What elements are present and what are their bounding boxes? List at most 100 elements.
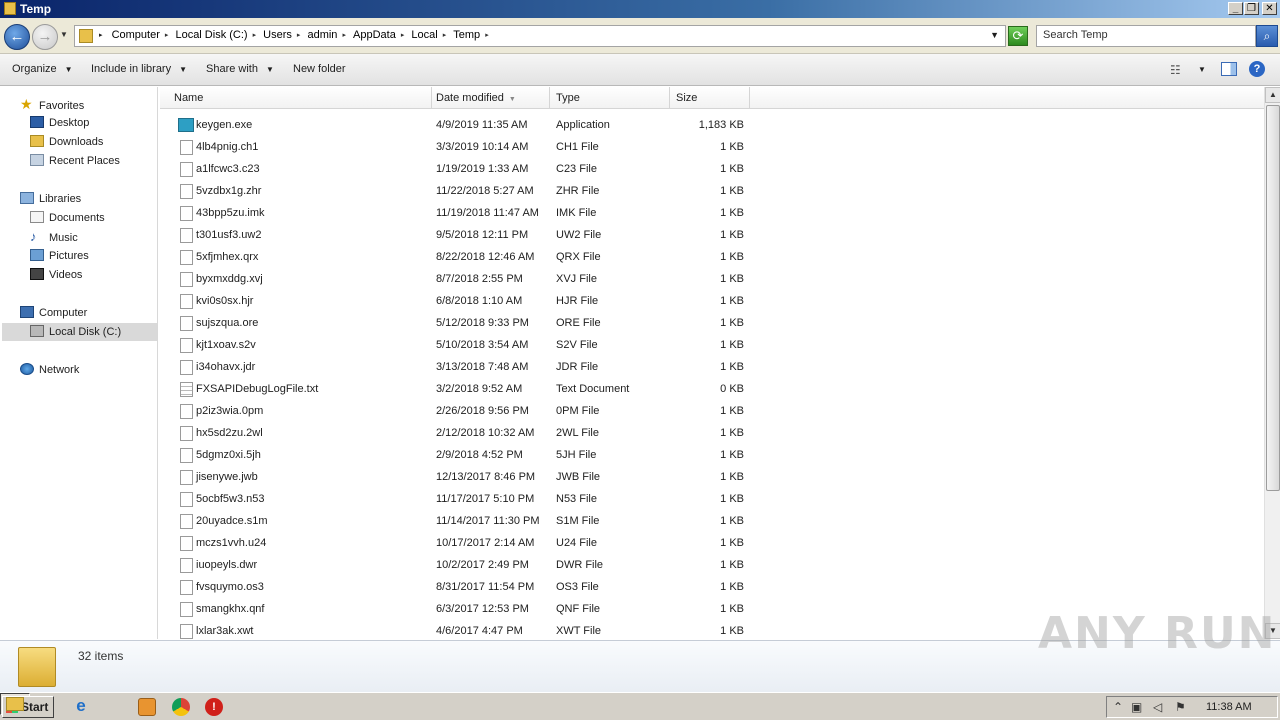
file-row[interactable]: mczs1vvh.u24 10/17/2017 2:14 AM U24 File 1 …: [160, 533, 760, 555]
back-button[interactable]: ←: [4, 24, 30, 50]
column-header-name[interactable]: Name: [168, 87, 432, 109]
item-count: 32 items: [78, 649, 124, 663]
file-row[interactable]: 5xfjmhex.qrx 8/22/2018 12:46 AM QRX File 1 …: [160, 247, 760, 269]
file-name: 5xfjmhex.qrx: [196, 251, 259, 263]
preview-pane-icon[interactable]: [1221, 62, 1237, 76]
vertical-scrollbar[interactable]: ▲ ▼: [1264, 87, 1280, 639]
file-icon: [180, 404, 193, 419]
volume-icon[interactable]: ◁: [1153, 700, 1162, 714]
file-row[interactable]: 5ocbf5w3.n53 11/17/2017 5:10 PM N53 File 1 …: [160, 489, 760, 511]
file-icon: [180, 184, 193, 199]
title-bar[interactable]: Temp _ ❐ ✕: [0, 0, 1280, 18]
file-row[interactable]: FXSAPIDebugLogFile.txt 3/2/2018 9:52 AM Te…: [160, 379, 760, 401]
nav-videos[interactable]: Videos: [30, 266, 82, 284]
views-dropdown[interactable]: ▼: [1198, 65, 1206, 74]
file-type: XVJ File: [556, 273, 597, 285]
scroll-thumb[interactable]: [1266, 105, 1280, 491]
address-bar[interactable]: ▸ Computer ▸ Local Disk (C:) ▸ Users ▸ admi…: [74, 25, 1006, 47]
change-view-icon[interactable]: ☷: [1170, 63, 1181, 77]
organize-button[interactable]: Organize ▼: [12, 63, 73, 75]
file-size: 1 KB: [720, 185, 744, 197]
file-date-modified: 10/2/2017 2:49 PM: [436, 559, 529, 571]
watermark: ANY RUN: [1038, 608, 1277, 659]
file-date-modified: 11/17/2017 5:10 PM: [436, 493, 535, 505]
clock[interactable]: 11:38 AM: [1206, 701, 1252, 713]
file-size: 1 KB: [720, 317, 744, 329]
breadcrumb-local-disk[interactable]: Local Disk (C:) ▸: [175, 29, 256, 41]
file-size: 1,183 KB: [698, 119, 744, 131]
media-player-icon[interactable]: [138, 698, 156, 716]
recent-pages-dropdown[interactable]: ▼: [60, 30, 68, 39]
file-row[interactable]: smangkhx.qnf 6/3/2017 12:53 PM QNF File 1 K…: [160, 599, 760, 621]
file-row[interactable]: 5dgmz0xi.5jh 2/9/2018 4:52 PM 5JH File 1 KB: [160, 445, 760, 467]
breadcrumb-computer[interactable]: Computer ▸: [112, 29, 169, 41]
file-row[interactable]: 43bpp5zu.imk 11/19/2018 11:47 AM IMK File 1…: [160, 203, 760, 225]
breadcrumb-admin[interactable]: admin ▸: [307, 29, 345, 41]
file-row[interactable]: kvi0s0sx.hjr 6/8/2018 1:10 AM HJR File 1 KB: [160, 291, 760, 313]
breadcrumb-appdata[interactable]: AppData ▸: [353, 29, 404, 41]
file-date-modified: 2/26/2018 9:56 PM: [436, 405, 529, 417]
refresh-button[interactable]: ⟳: [1008, 26, 1028, 46]
column-header-date[interactable]: Date modified ▼: [430, 87, 550, 109]
breadcrumb-local[interactable]: Local ▸: [411, 29, 446, 41]
file-row[interactable]: lxlar3ak.xwt 4/6/2017 4:47 PM XWT File 1 KB: [160, 621, 760, 639]
file-row[interactable]: sujszqua.ore 5/12/2018 9:33 PM ORE File 1 K…: [160, 313, 760, 335]
breadcrumb-users[interactable]: Users ▸: [263, 29, 300, 41]
file-row[interactable]: keygen.exe 4/9/2019 11:35 AM Application 1,…: [160, 115, 760, 137]
file-icon: [180, 624, 193, 639]
file-row[interactable]: 5vzdbx1g.zhr 11/22/2018 5:27 AM ZHR File 1 …: [160, 181, 760, 203]
nav-music[interactable]: ♪ Music: [30, 228, 78, 246]
breadcrumb-temp[interactable]: Temp ▸: [453, 29, 488, 41]
search-icon[interactable]: ⌕: [1256, 25, 1278, 47]
file-row[interactable]: i34ohavx.jdr 3/13/2018 7:48 AM JDR File 1 K…: [160, 357, 760, 379]
file-row[interactable]: fvsquymo.os3 8/31/2017 11:54 PM OS3 File 1 …: [160, 577, 760, 599]
file-row[interactable]: hx5sd2zu.2wl 2/12/2018 10:32 AM 2WL File 1 …: [160, 423, 760, 445]
text-document-icon: [180, 382, 193, 397]
file-row[interactable]: byxmxddg.xvj 8/7/2018 2:55 PM XVJ File 1 KB: [160, 269, 760, 291]
scroll-up-button[interactable]: ▲: [1265, 87, 1280, 103]
nav-computer[interactable]: Computer: [20, 304, 87, 322]
file-row[interactable]: 20uyadce.s1m 11/14/2017 11:30 PM S1M File 1…: [160, 511, 760, 533]
new-folder-button[interactable]: New folder: [293, 63, 346, 75]
restore-button[interactable]: ❐: [1244, 2, 1259, 15]
show-hidden-icons-icon[interactable]: ⌃: [1113, 700, 1123, 714]
nav-desktop[interactable]: Desktop: [30, 114, 89, 132]
nav-favorites[interactable]: ★ Favorites: [20, 95, 84, 113]
file-row[interactable]: kjt1xoav.s2v 5/10/2018 3:54 AM S2V File 1 K…: [160, 335, 760, 357]
navigation-pane: ★ Favorites Desktop Downloads Recent Plac…: [0, 87, 158, 639]
file-row[interactable]: iuopeyls.dwr 10/2/2017 2:49 PM DWR File 1 K…: [160, 555, 760, 577]
file-name: 43bpp5zu.imk: [196, 207, 265, 219]
file-row[interactable]: a1lfcwc3.c23 1/19/2019 1:33 AM C23 File 1 K…: [160, 159, 760, 181]
sort-arrow-icon: ▼: [508, 96, 516, 103]
nav-network[interactable]: Network: [20, 361, 79, 379]
close-button[interactable]: ✕: [1262, 2, 1277, 15]
file-row[interactable]: t301usf3.uw2 9/5/2018 12:11 PM UW2 File 1 K…: [160, 225, 760, 247]
nav-documents[interactable]: Documents: [30, 209, 105, 227]
chrome-icon[interactable]: [172, 698, 190, 716]
file-size: 1 KB: [720, 427, 744, 439]
forward-button[interactable]: →: [32, 24, 58, 50]
nav-local-disk[interactable]: Local Disk (C:): [2, 323, 157, 341]
file-row[interactable]: 4lb4pnig.ch1 3/3/2019 10:14 AM CH1 File 1 K…: [160, 137, 760, 159]
nav-recent-places[interactable]: Recent Places: [30, 152, 120, 170]
nav-libraries[interactable]: Libraries: [20, 190, 81, 208]
chevron-down-icon[interactable]: ▸: [99, 31, 103, 39]
include-in-library-button[interactable]: Include in library ▼: [91, 63, 187, 75]
internet-explorer-icon[interactable]: e: [72, 697, 90, 716]
file-row[interactable]: jisenywe.jwb 12/13/2017 8:46 PM JWB File 1 …: [160, 467, 760, 489]
minimize-button[interactable]: _: [1228, 2, 1243, 15]
help-icon[interactable]: ?: [1249, 61, 1265, 77]
network-status-icon[interactable]: ▣: [1131, 700, 1142, 714]
file-row[interactable]: p2iz3wia.0pm 2/26/2018 9:56 PM 0PM File 1 K…: [160, 401, 760, 423]
stop-icon[interactable]: !: [205, 698, 223, 716]
action-center-flag-icon[interactable]: ⚑: [1175, 700, 1186, 714]
address-history-dropdown[interactable]: ▼: [990, 30, 999, 40]
file-icon: [180, 140, 193, 155]
column-header-size[interactable]: Size: [670, 87, 750, 109]
column-header-type[interactable]: Type: [550, 87, 670, 109]
search-input[interactable]: Search Temp: [1036, 25, 1256, 47]
nav-downloads[interactable]: Downloads: [30, 133, 103, 151]
share-with-button[interactable]: Share with ▼: [206, 63, 274, 75]
videos-icon: [30, 268, 44, 280]
nav-pictures[interactable]: Pictures: [30, 247, 89, 265]
